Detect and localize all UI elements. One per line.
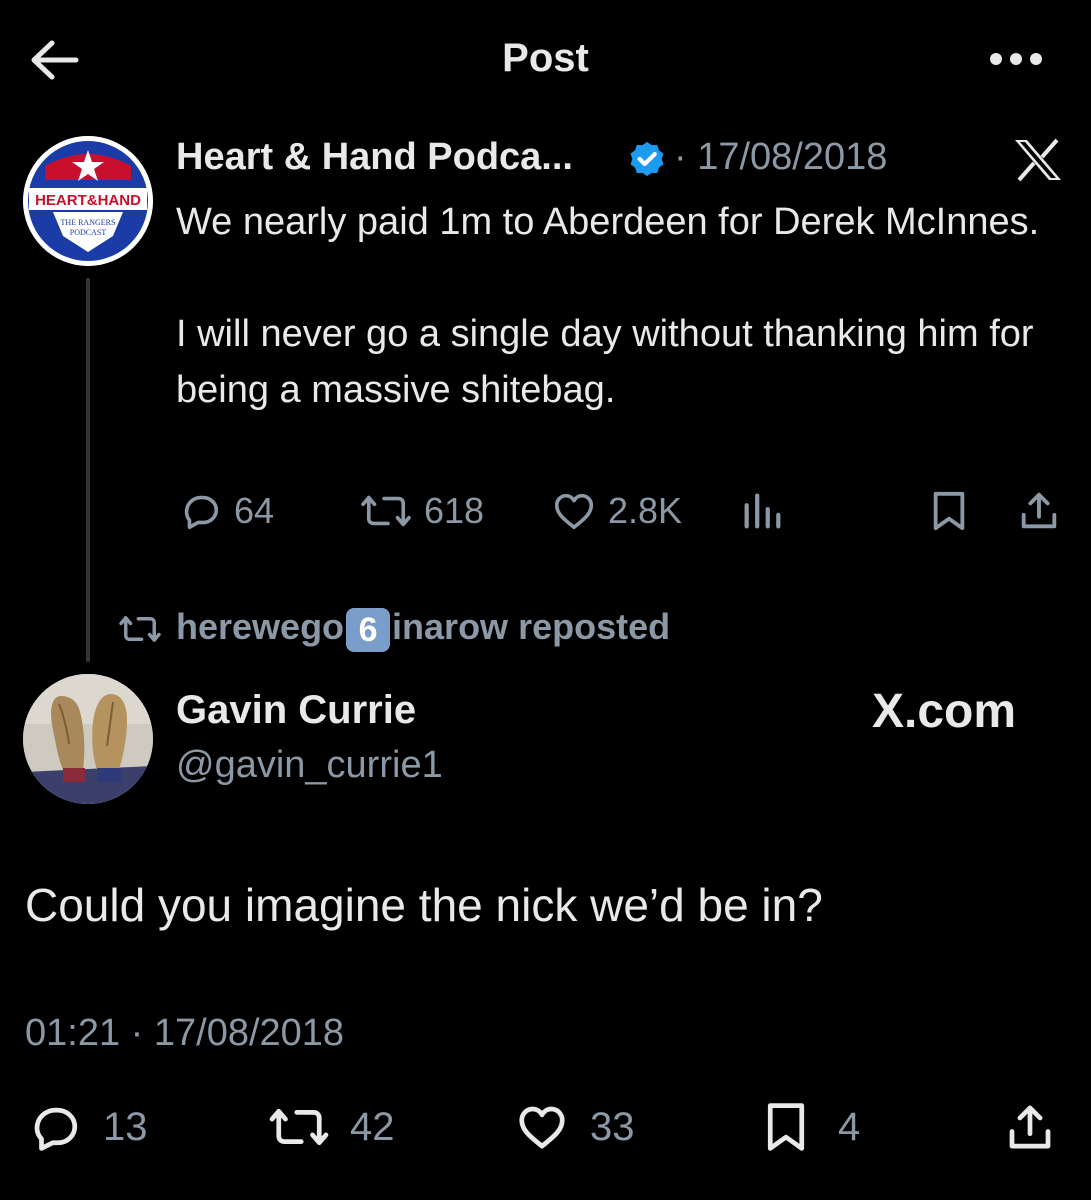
reposter-name-suffix: inarow reposted	[392, 606, 671, 648]
thread-connector-line	[86, 278, 90, 662]
main-bookmark-button[interactable]: 4	[760, 1100, 860, 1154]
quoted-author-name[interactable]: Heart & Hand Podca...	[176, 136, 573, 179]
quoted-post-text: We nearly paid 1m to Aberdeen for Derek …	[176, 201, 1040, 411]
x-com-watermark: X.com	[872, 685, 1017, 738]
main-repost-count: 42	[350, 1104, 395, 1149]
reply-button[interactable]: 64	[176, 488, 274, 534]
heart-icon	[512, 1100, 572, 1154]
reply-icon	[176, 488, 224, 534]
svg-text:PODCAST: PODCAST	[70, 228, 107, 237]
share-button[interactable]	[1016, 488, 1062, 534]
heart-icon	[550, 488, 598, 534]
reply-icon	[25, 1100, 85, 1154]
repost-count: 618	[424, 490, 485, 531]
verified-badge-icon	[626, 138, 668, 180]
like-count: 2.8K	[608, 490, 683, 531]
main-like-count: 33	[590, 1104, 635, 1149]
author-name[interactable]: Gavin Currie	[176, 688, 416, 733]
repost-banner[interactable]: herewego 6 inarow reposted	[116, 606, 670, 652]
main-reply-count: 13	[103, 1104, 148, 1149]
reposter-name-prefix: herewego	[176, 606, 345, 648]
main-like-button[interactable]: 33	[512, 1100, 635, 1154]
like-button[interactable]: 2.8K	[550, 488, 682, 534]
reply-count: 64	[234, 490, 275, 531]
repost-icon	[266, 1100, 332, 1154]
bookmark-icon	[928, 488, 970, 534]
page-title: Post	[502, 36, 589, 80]
keycap-six-emoji: 6	[346, 607, 391, 652]
more-options-icon[interactable]	[988, 44, 1044, 74]
bookmark-button[interactable]	[928, 488, 970, 534]
main-reply-button[interactable]: 13	[25, 1100, 148, 1154]
share-icon	[1016, 488, 1062, 534]
repost-small-icon	[116, 610, 164, 648]
bookmark-icon	[760, 1100, 812, 1154]
analytics-icon	[740, 488, 784, 534]
post-text: Could you imagine the nick we’d be in?	[25, 879, 823, 931]
avatar-brand-text: HEART&HAND	[35, 192, 141, 209]
heart-and-hand-avatar[interactable]: HEART&HAND THE RANGERS PODCAST	[23, 136, 153, 266]
main-bookmark-count: 4	[838, 1104, 861, 1149]
svg-text:THE RANGERS: THE RANGERS	[61, 218, 116, 227]
quoted-post-date: · 17/08/2018	[674, 136, 888, 178]
repost-button[interactable]: 618	[358, 488, 484, 534]
gavin-currie-avatar[interactable]	[23, 674, 153, 804]
share-icon	[1002, 1100, 1058, 1154]
main-share-button[interactable]	[1002, 1100, 1058, 1154]
main-repost-button[interactable]: 42	[266, 1100, 395, 1154]
post-timestamp: 01:21 · 17/08/2018	[25, 1012, 345, 1054]
author-handle[interactable]: @gavin_currie1	[176, 744, 443, 787]
x-logo-icon	[1012, 138, 1064, 182]
views-button[interactable]	[740, 488, 784, 534]
repost-icon	[358, 488, 414, 534]
